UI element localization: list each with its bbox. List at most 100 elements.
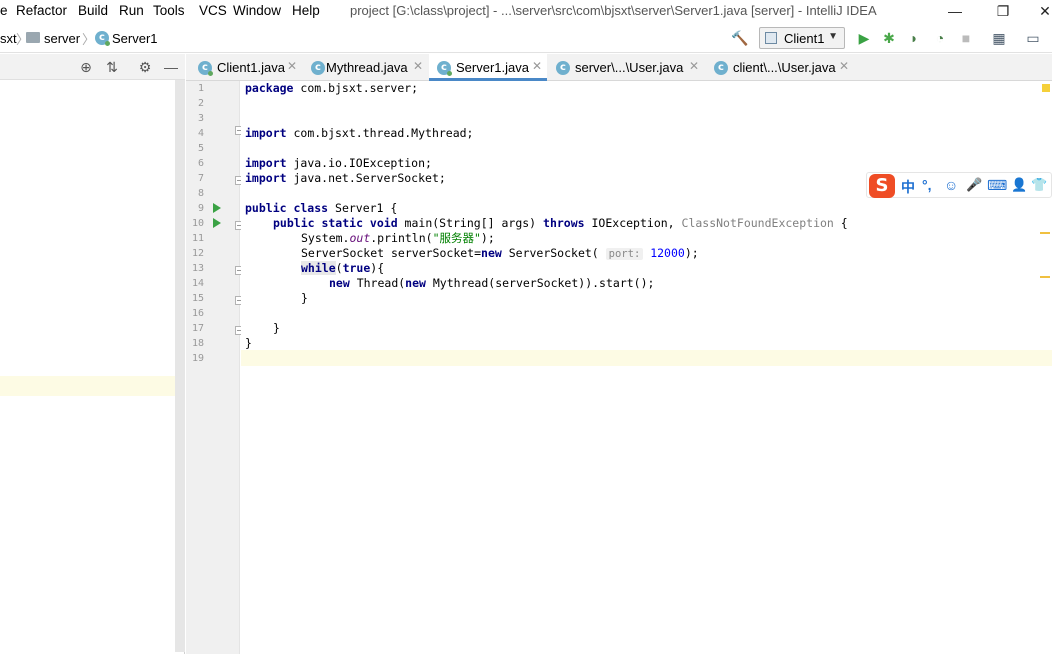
run-configuration-select[interactable]: Client1 ▼	[759, 27, 845, 49]
menu-item-file-partial[interactable]: e	[0, 3, 8, 18]
build-hammer-icon[interactable]: 🔨	[731, 29, 749, 47]
class-icon: c	[714, 61, 728, 75]
run-icon[interactable]: ▶	[855, 29, 873, 47]
menu-item-refactor[interactable]: Refactor	[16, 3, 67, 18]
run-config-icon	[765, 32, 777, 44]
class-icon: c	[311, 61, 325, 75]
project-tool-window: ⊕ ⇅ ⚙ —	[0, 54, 185, 654]
close-icon[interactable]: ✕	[413, 59, 423, 73]
inspection-status-icon[interactable]	[1042, 84, 1050, 92]
code-line-18: }	[245, 336, 252, 350]
tab-server1-java[interactable]: c Server1.java ✕	[429, 54, 547, 81]
line-number: 9	[197, 203, 204, 214]
line-number: 8	[197, 188, 204, 199]
tab-label: client\...\User.java	[733, 60, 836, 75]
line-number: 5	[197, 143, 204, 154]
class-icon: c	[198, 61, 213, 76]
tool-window-header: ⊕ ⇅ ⚙ —	[0, 54, 185, 80]
ime-toolbar[interactable]: S 中 °, ☺ 🎤 ⌨ 👤 👕	[866, 172, 1052, 198]
line-number: 4	[197, 128, 204, 139]
code-line-4: import com.bjsxt.thread.Mythread;	[245, 126, 474, 140]
warning-marker[interactable]	[1040, 276, 1050, 278]
chevron-down-icon: ▼	[828, 31, 838, 42]
warning-marker[interactable]	[1040, 232, 1050, 234]
code-line-17: }	[273, 321, 280, 335]
ime-emoji-icon[interactable]: ☺	[944, 177, 958, 193]
tab-client-user-java[interactable]: c client\...\User.java ✕	[706, 54, 856, 81]
code-line-6: import java.io.IOException;	[245, 156, 432, 170]
tab-label: server\...\User.java	[575, 60, 684, 75]
selected-tree-row[interactable]	[0, 376, 175, 396]
class-icon: c	[556, 61, 570, 75]
title-bar: e Refactor Build Run Tools VCS Window He…	[0, 0, 1052, 24]
breadcrumb-server[interactable]: server	[44, 31, 80, 46]
code-line-1: package com.bjsxt.server;	[245, 81, 419, 95]
project-structure-icon[interactable]: ▦	[990, 29, 1008, 47]
minimize-icon[interactable]: —	[940, 0, 970, 22]
breadcrumb-server1[interactable]: Server1	[112, 31, 158, 46]
locate-icon[interactable]: ⊕	[78, 59, 94, 75]
code-line-15: }	[301, 291, 308, 305]
code-editor[interactable]: package com.bjsxt.server; import com.bjs…	[241, 81, 1052, 654]
line-number: 18	[191, 338, 204, 349]
line-number: 11	[191, 233, 204, 244]
code-line-11: System.out.println("服务器");	[301, 231, 495, 245]
current-line-highlight	[241, 350, 1052, 366]
close-icon[interactable]: ✕	[839, 59, 849, 73]
tab-mythread-java[interactable]: c Mythread.java ✕	[303, 54, 428, 81]
tab-server-user-java[interactable]: c server\...\User.java ✕	[548, 54, 705, 81]
parameter-hint: port:	[605, 248, 644, 260]
ime-skin-icon[interactable]: 👕	[1031, 177, 1047, 193]
code-line-13: while(true){	[301, 261, 385, 275]
line-number: 1	[197, 83, 204, 94]
run-main-icon[interactable]	[213, 218, 221, 228]
close-icon[interactable]: ✕	[287, 59, 297, 73]
line-number: 17	[191, 323, 204, 334]
window-title: project [G:\class\project] - ...\server\…	[350, 3, 877, 18]
menu-item-build[interactable]: Build	[78, 3, 108, 18]
editor-gutter[interactable]: 1 2 3 4 5 6 7 8 9 10 11 12 13 14 15 16 1…	[186, 81, 244, 654]
run-config-label: Client1	[784, 31, 825, 46]
class-icon: c	[437, 61, 452, 76]
ime-user-icon[interactable]: 👤	[1011, 177, 1027, 193]
line-number: 10	[191, 218, 204, 229]
run-class-icon[interactable]	[213, 203, 221, 213]
code-line-12: ServerSocket serverSocket=new ServerSock…	[301, 246, 699, 260]
tab-client1-java[interactable]: c Client1.java ✕	[190, 54, 302, 81]
hide-icon[interactable]: —	[163, 59, 179, 75]
ime-keyboard-icon[interactable]: ⌨	[987, 177, 1007, 194]
close-window-icon[interactable]: ✕	[1030, 0, 1052, 22]
tool-window-scrollbar[interactable]	[175, 80, 185, 652]
line-number: 15	[191, 293, 204, 304]
line-number: 14	[191, 278, 204, 289]
close-icon[interactable]: ✕	[532, 59, 542, 73]
ime-punctuation-toggle[interactable]: °,	[922, 177, 932, 193]
collapse-all-icon[interactable]: ⇅	[104, 59, 120, 75]
toggle-panel-icon[interactable]: ▭	[1024, 29, 1042, 47]
ime-language-toggle[interactable]: 中	[901, 177, 915, 197]
editor-tab-bar: c Client1.java ✕ c Mythread.java ✕ c Ser…	[186, 54, 1052, 81]
menu-item-tools[interactable]: Tools	[153, 3, 185, 18]
code-line-10: public static void main(String[] args) t…	[273, 216, 848, 230]
menu-item-vcs[interactable]: VCS	[199, 3, 227, 18]
gear-icon[interactable]: ⚙	[137, 59, 153, 75]
tab-label: Client1.java	[217, 60, 285, 75]
sogou-logo-icon[interactable]: S	[869, 174, 895, 198]
debug-icon[interactable]: ✱	[880, 29, 898, 47]
breadcrumb-package[interactable]: sxt	[0, 31, 17, 46]
line-number: 6	[197, 158, 204, 169]
menu-item-help[interactable]: Help	[292, 3, 320, 18]
stop-icon[interactable]: ■	[957, 29, 975, 47]
tab-label: Server1.java	[456, 60, 529, 75]
ime-voice-icon[interactable]: 🎤	[966, 177, 982, 193]
menu-item-window[interactable]: Window	[233, 3, 281, 18]
line-number: 12	[191, 248, 204, 259]
profile-icon[interactable]: ◔	[931, 29, 949, 47]
close-icon[interactable]: ✕	[689, 59, 699, 73]
restore-icon[interactable]: ❐	[988, 0, 1018, 22]
line-number: 16	[191, 308, 204, 319]
code-line-9: public class Server1 {	[245, 201, 398, 215]
menu-item-run[interactable]: Run	[119, 3, 144, 18]
code-line-7: import java.net.ServerSocket;	[245, 171, 446, 185]
coverage-icon[interactable]: ◗	[905, 29, 923, 47]
